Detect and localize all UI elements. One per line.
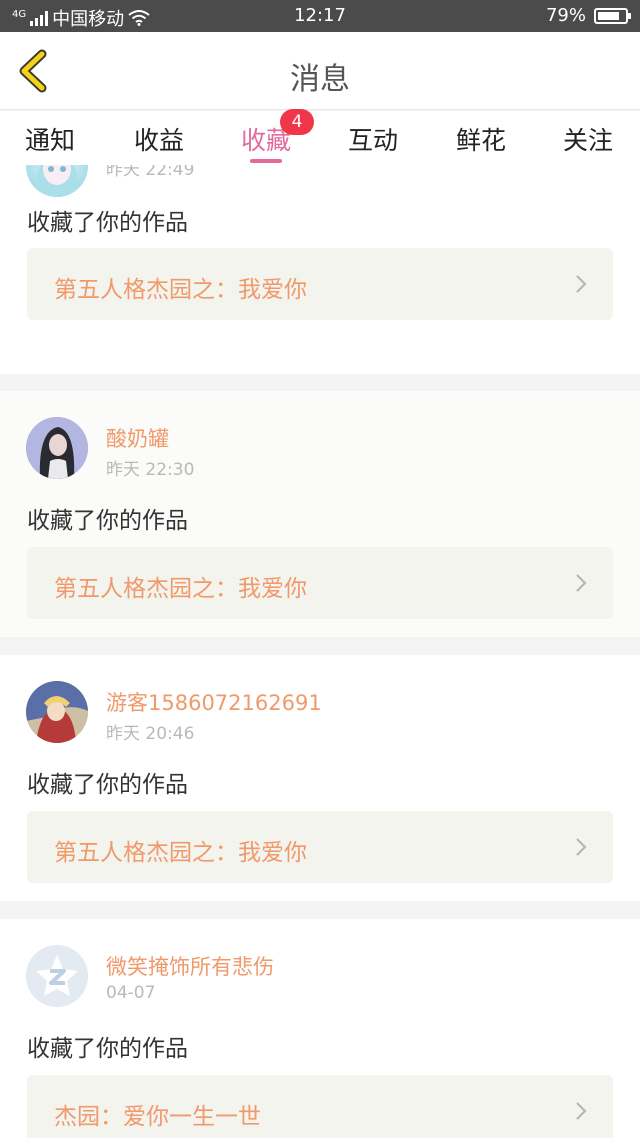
message-card[interactable]: 游客1586072162691 昨天 20:46 收藏了你的作品 第五人格杰园之… (0, 655, 640, 901)
tab-label: 鲜花 (455, 126, 506, 155)
message-time: 04-07 (106, 983, 156, 1003)
chevron-right-icon (576, 275, 587, 293)
tab-label: 通知 (24, 126, 75, 155)
status-time: 12:17 (294, 5, 346, 26)
tab-flowers[interactable]: 鲜花 (431, 121, 531, 157)
tab-favorites[interactable]: 收藏 4 (216, 109, 316, 157)
unread-badge: 4 (280, 109, 314, 135)
battery-fill (598, 11, 619, 20)
work-link[interactable]: 第五人格杰园之：我爱你 (27, 547, 613, 619)
chevron-right-icon (576, 574, 587, 592)
tab-label: 收益 (133, 126, 184, 155)
tab-notifications[interactable]: 通知 (0, 121, 100, 157)
nav-header: 消息 (0, 32, 640, 110)
tab-label: 互动 (347, 126, 398, 155)
username[interactable]: 酸奶罐 (106, 423, 169, 453)
work-link[interactable]: 第五人格杰园之：我爱你 (27, 811, 613, 883)
username[interactable]: 游客1586072162691 (106, 687, 322, 717)
username[interactable]: 微笑掩饰所有悲伤 (106, 951, 274, 981)
message-list[interactable]: 森梓 昨天 22:49 收藏了你的作品 第五人格杰园之：我爱你 酸奶罐 昨天 2… (0, 165, 640, 1138)
message-time: 昨天 22:30 (106, 460, 195, 480)
battery-percent: 79% (545, 5, 586, 26)
message-card[interactable]: 森梓 昨天 22:49 收藏了你的作品 第五人格杰园之：我爱你 (0, 165, 640, 374)
message-time: 昨天 22:49 (106, 165, 195, 180)
status-right: 79% (545, 5, 631, 26)
tab-follows[interactable]: 关注 (538, 121, 638, 157)
user-avatar[interactable] (26, 681, 88, 743)
message-card[interactable]: 酸奶罐 昨天 22:30 收藏了你的作品 第五人格杰园之：我爱你 (0, 391, 640, 637)
work-link[interactable]: 第五人格杰园之：我爱你 (27, 248, 613, 320)
message-action: 收藏了你的作品 (27, 1036, 188, 1062)
user-avatar[interactable] (26, 945, 88, 1007)
message-card[interactable]: 微笑掩饰所有悲伤 04-07 收藏了你的作品 杰园：爱你一生一世 (0, 919, 640, 1138)
tab-label: 关注 (562, 126, 613, 155)
status-bar: 4G 中国移动 12:17 79% (0, 0, 640, 32)
message-action: 收藏了你的作品 (27, 772, 188, 798)
work-title: 第五人格杰园之：我爱你 (54, 840, 307, 866)
message-action: 收藏了你的作品 (27, 508, 188, 534)
tab-bar: 通知 收益 收藏 4 互动 鲜花 关注 (0, 109, 640, 165)
chevron-right-icon (576, 838, 587, 856)
chevron-right-icon (576, 1102, 587, 1120)
user-avatar[interactable] (26, 165, 88, 197)
active-tab-indicator (250, 159, 282, 163)
work-title: 第五人格杰园之：我爱你 (54, 576, 307, 602)
tab-interactions[interactable]: 互动 (323, 121, 423, 157)
user-avatar[interactable] (26, 417, 88, 479)
work-link[interactable]: 杰园：爱你一生一世 (27, 1075, 613, 1138)
page-title: 消息 (290, 62, 350, 97)
message-action: 收藏了你的作品 (27, 210, 188, 236)
work-title: 杰园：爱你一生一世 (54, 1104, 261, 1130)
message-time: 昨天 20:46 (106, 724, 195, 744)
tab-earnings[interactable]: 收益 (109, 121, 209, 157)
work-title: 第五人格杰园之：我爱你 (54, 277, 307, 303)
battery-icon (594, 7, 631, 24)
